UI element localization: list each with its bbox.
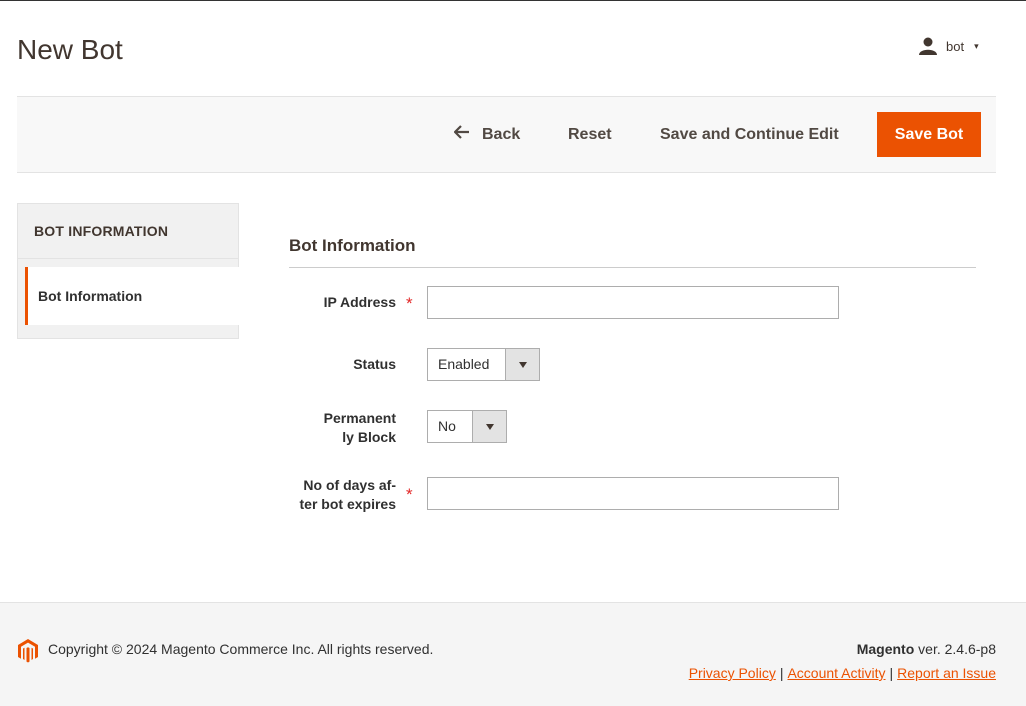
copyright-text: Copyright © 2024 Magento Commerce Inc. A…	[48, 641, 434, 657]
section-divider	[289, 267, 976, 268]
permanently-block-value: No	[438, 418, 456, 434]
label-line: ly Block	[342, 429, 396, 445]
status-label: Status	[353, 356, 396, 372]
version-text: ver. 2.4.6-p8	[914, 641, 996, 657]
permanently-block-select[interactable]: No	[427, 410, 507, 443]
label-line: ter bot expires	[299, 496, 396, 512]
footer-links: Privacy Policy | Account Activity | Report a…	[689, 665, 996, 681]
back-label: Back	[482, 126, 521, 143]
save-continue-button[interactable]: Save and Continue Edit	[660, 119, 839, 151]
link-separator: |	[779, 665, 784, 681]
section-title: Bot Information	[289, 236, 416, 255]
back-button[interactable]: Back	[453, 119, 521, 151]
user-menu[interactable]: bot ▾	[918, 37, 979, 55]
version-info: Magento ver. 2.4.6-p8	[857, 641, 996, 657]
account-activity-link[interactable]: Account Activity	[787, 665, 885, 681]
user-icon	[918, 37, 938, 55]
select-toggle	[472, 411, 506, 442]
status-value: Enabled	[438, 356, 490, 372]
status-select[interactable]: Enabled	[427, 348, 540, 381]
sidebar-item-bot-information[interactable]: Bot Information	[25, 267, 239, 325]
arrow-left-icon	[453, 119, 470, 151]
reset-button[interactable]: Reset	[568, 119, 612, 151]
brand-name: Magento	[856, 641, 915, 657]
select-toggle	[505, 349, 539, 380]
magento-logo-icon	[18, 639, 38, 668]
sidebar-title: BOT INFORMATION	[18, 204, 238, 259]
footer: Copyright © 2024 Magento Commerce Inc. A…	[0, 602, 1026, 706]
ip-address-input[interactable]	[427, 286, 839, 319]
save-bot-button[interactable]: Save Bot	[877, 112, 981, 157]
required-marker: *	[406, 485, 413, 504]
label-line: Permanent	[323, 410, 396, 426]
chevron-down-icon: ▾	[974, 40, 979, 51]
user-name: bot	[946, 38, 965, 54]
required-marker: *	[406, 294, 413, 313]
page-actions-bar: Back Reset Save and Continue Edit Save B…	[17, 96, 996, 173]
label-line: No of days af-	[303, 477, 396, 493]
page-title: New Bot	[17, 34, 123, 65]
ip-address-label: IP Address	[323, 294, 396, 310]
chevron-down-icon	[485, 423, 494, 430]
chevron-down-icon	[518, 361, 527, 368]
report-issue-link[interactable]: Report an Issue	[897, 665, 996, 681]
days-expire-input[interactable]	[427, 477, 839, 510]
days-expire-label: No of days af- ter bot expires	[276, 476, 396, 514]
link-separator: |	[889, 665, 894, 681]
permanently-block-label: Permanent ly Block	[276, 409, 396, 447]
sidebar-tabs: BOT INFORMATION Bot Information	[17, 203, 239, 339]
privacy-policy-link[interactable]: Privacy Policy	[689, 665, 776, 681]
